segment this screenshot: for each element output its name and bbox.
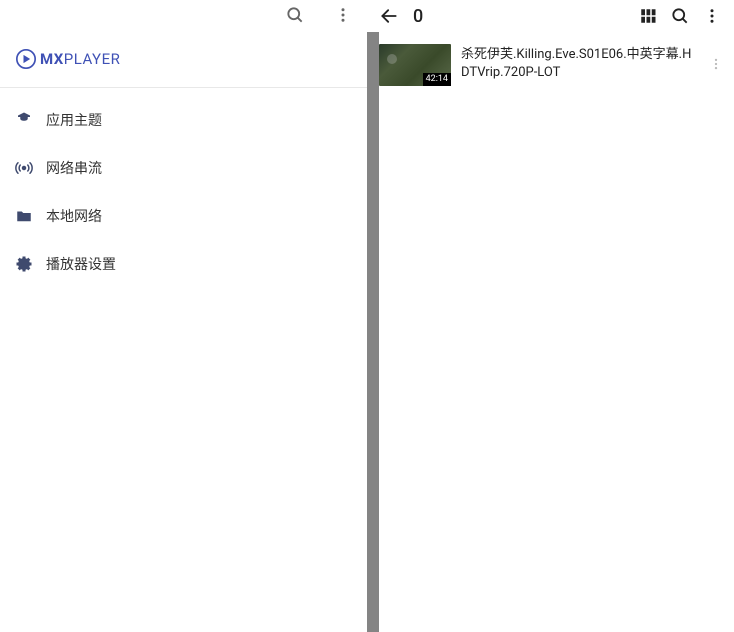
grid-icon bbox=[639, 7, 657, 25]
more-vert-icon bbox=[709, 57, 723, 71]
logo-text: MXPLAYER bbox=[40, 50, 120, 68]
video-thumbnail: 42:14 bbox=[379, 44, 451, 86]
drawer-menu: 应用主题 网络串流 本地网络 bbox=[0, 88, 367, 288]
drawer-label: 网络串流 bbox=[46, 158, 102, 178]
logo-area: MXPLAYER bbox=[0, 30, 367, 88]
drawer-overlay-edge bbox=[367, 32, 379, 632]
play-circle-icon bbox=[16, 49, 36, 69]
drawer-label: 播放器设置 bbox=[46, 254, 116, 274]
drawer-item-network[interactable]: 本地网络 bbox=[0, 192, 367, 240]
search-button-right[interactable] bbox=[664, 0, 696, 32]
search-button[interactable] bbox=[275, 0, 315, 30]
folder-icon bbox=[12, 204, 36, 228]
video-list-item[interactable]: 42:14 杀死伊芙.Killing.Eve.S01E06.中英字幕.HDTVr… bbox=[379, 40, 734, 90]
drawer-label: 本地网络 bbox=[46, 206, 102, 226]
view-grid-button[interactable] bbox=[632, 0, 664, 32]
app-logo: MXPLAYER bbox=[16, 49, 120, 69]
search-icon bbox=[670, 6, 690, 26]
stream-icon bbox=[12, 156, 36, 180]
drawer-label: 应用主题 bbox=[46, 110, 102, 130]
back-button[interactable] bbox=[373, 0, 405, 32]
video-item-more-button[interactable] bbox=[702, 44, 730, 84]
more-vert-icon bbox=[703, 7, 721, 25]
right-toolbar: 0 bbox=[367, 0, 734, 32]
drawer-item-theme[interactable]: 应用主题 bbox=[0, 96, 367, 144]
drawer-item-settings[interactable]: 播放器设置 bbox=[0, 240, 367, 288]
search-icon bbox=[285, 5, 305, 25]
video-title: 杀死伊芙.Killing.Eve.S01E06.中英字幕.HDTVrip.720… bbox=[451, 44, 702, 82]
theme-icon bbox=[12, 108, 36, 132]
arrow-back-icon bbox=[379, 6, 399, 26]
drawer-panel: MXPLAYER 应用主题 网络串流 bbox=[0, 0, 367, 632]
more-vert-icon bbox=[334, 6, 352, 24]
left-toolbar bbox=[0, 0, 367, 30]
video-list: 42:14 杀死伊芙.Killing.Eve.S01E06.中英字幕.HDTVr… bbox=[367, 32, 734, 90]
content-panel: 0 bbox=[367, 0, 734, 632]
more-button[interactable] bbox=[323, 0, 363, 30]
page-title: 0 bbox=[413, 6, 423, 27]
gear-icon bbox=[12, 252, 36, 276]
video-duration: 42:14 bbox=[423, 73, 451, 86]
more-button-right[interactable] bbox=[696, 0, 728, 32]
drawer-item-stream[interactable]: 网络串流 bbox=[0, 144, 367, 192]
